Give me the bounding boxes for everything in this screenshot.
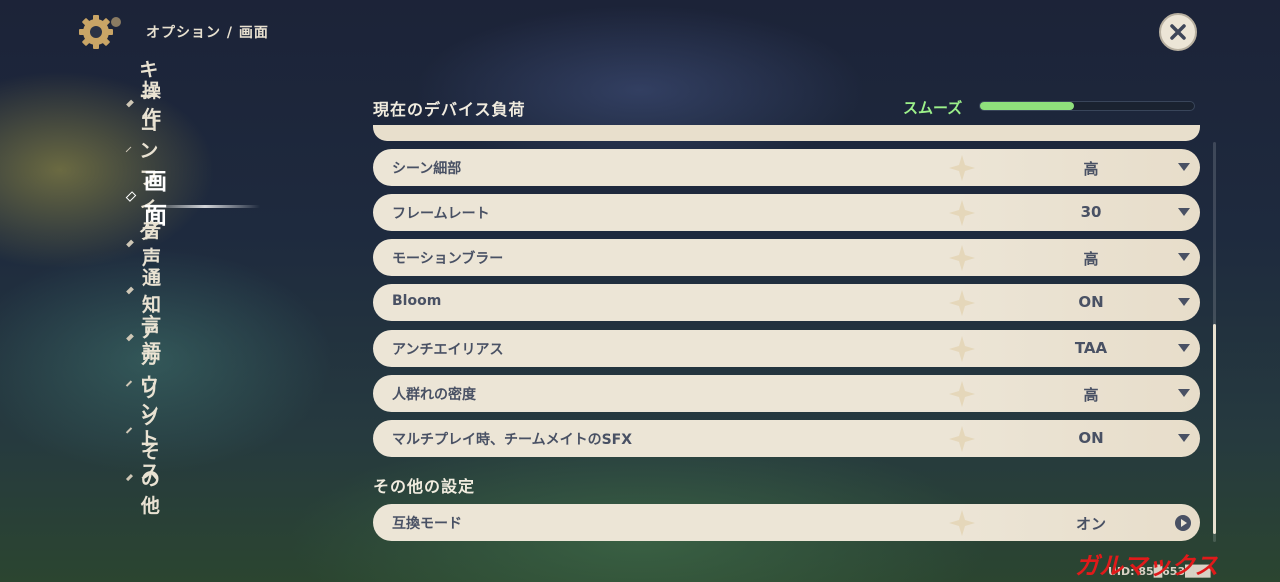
dropdown-arrow-icon[interactable] xyxy=(1178,344,1190,352)
setting-label: 互換モード xyxy=(392,516,462,532)
setting-label: Bloom xyxy=(392,293,442,309)
sidebar-item-key-config[interactable]: キーコンフィグ xyxy=(125,59,165,243)
setting-value: オン xyxy=(1075,515,1106,533)
scrollbar-thumb[interactable] xyxy=(1213,324,1216,534)
close-icon xyxy=(1170,24,1186,40)
sidebar-item-label: その他 xyxy=(140,440,161,517)
dropdown-arrow-icon[interactable] xyxy=(1178,253,1190,261)
setting-label: フレームレート xyxy=(392,206,490,222)
device-load-status: スムーズ xyxy=(903,99,963,117)
setting-row-bloom[interactable]: Bloom ON xyxy=(373,284,1200,321)
setting-label: アンチエイリアス xyxy=(392,342,504,358)
setting-label: モーションブラー xyxy=(392,251,504,267)
diamond-bullet-icon xyxy=(126,286,134,294)
setting-label: シーン細部 xyxy=(392,161,462,177)
star-deco-icon xyxy=(949,510,975,536)
star-deco-icon xyxy=(949,290,975,316)
setting-row-compat-mode[interactable]: 互換モード オン xyxy=(373,504,1200,541)
diamond-bullet-icon xyxy=(125,190,137,202)
setting-value: TAA xyxy=(1074,339,1108,357)
setting-value: ON xyxy=(1078,429,1104,447)
other-settings-title: その他の設定 xyxy=(373,477,476,496)
sidebar-item-label: 通知 xyxy=(142,267,163,316)
dropdown-arrow-icon[interactable] xyxy=(1178,208,1190,216)
chevron-right-icon[interactable] xyxy=(1175,515,1191,531)
sidebar-item-notifications[interactable]: 通知 xyxy=(126,267,165,316)
setting-value: 高 xyxy=(1083,250,1099,268)
star-deco-icon xyxy=(949,155,975,181)
setting-value: 30 xyxy=(1080,203,1102,221)
scrollbar[interactable] xyxy=(1213,142,1216,542)
setting-label: マルチプレイ時、チームメイトのSFX xyxy=(392,432,633,448)
star-deco-icon xyxy=(949,426,975,452)
list-row-partial xyxy=(373,125,1200,141)
setting-label: 人群れの密度 xyxy=(392,387,476,403)
active-indicator xyxy=(150,205,260,208)
star-deco-icon xyxy=(949,336,975,362)
setting-row-motion-blur[interactable]: モーションブラー 高 xyxy=(373,239,1200,276)
setting-value: 高 xyxy=(1083,160,1099,178)
gear-icon xyxy=(79,15,121,49)
sidebar-item-label: 音声 xyxy=(142,220,163,269)
dropdown-arrow-icon[interactable] xyxy=(1178,163,1190,171)
diamond-bullet-icon xyxy=(126,239,134,247)
setting-row-scene-detail[interactable]: シーン細部 高 xyxy=(373,149,1200,186)
diamond-bullet-icon xyxy=(126,333,134,341)
breadcrumb: オプション / 画面 xyxy=(146,25,269,41)
setting-row-coop-sfx[interactable]: マルチプレイ時、チームメイトのSFX ON xyxy=(373,420,1200,457)
sidebar-item-audio[interactable]: 音声 xyxy=(126,220,165,269)
star-deco-icon xyxy=(949,200,975,226)
diamond-bullet-icon xyxy=(126,99,134,107)
device-load-title: 現在のデバイス負荷 xyxy=(373,100,526,119)
dropdown-arrow-icon[interactable] xyxy=(1178,389,1190,397)
device-load-fill xyxy=(980,102,1075,110)
dropdown-arrow-icon[interactable] xyxy=(1178,298,1190,306)
setting-value: ON xyxy=(1078,293,1104,311)
watermark-logo: ガルマックス xyxy=(1075,552,1218,580)
close-button[interactable] xyxy=(1159,13,1197,51)
diamond-bullet-icon xyxy=(125,146,132,152)
setting-row-crowd-density[interactable]: 人群れの密度 高 xyxy=(373,375,1200,412)
setting-value: 高 xyxy=(1083,386,1099,404)
dropdown-arrow-icon[interactable] xyxy=(1178,434,1190,442)
setting-row-anti-aliasing[interactable]: アンチエイリアス TAA xyxy=(373,330,1200,367)
svg-text:ガルマックス: ガルマックス xyxy=(1075,552,1218,580)
diamond-bullet-icon xyxy=(125,473,133,481)
star-deco-icon xyxy=(949,381,975,407)
sidebar-item-other[interactable]: その他 xyxy=(125,441,165,517)
diamond-bullet-icon xyxy=(125,426,133,434)
diamond-bullet-icon xyxy=(125,379,132,387)
device-load-bar xyxy=(979,101,1195,111)
star-deco-icon xyxy=(949,245,975,271)
setting-row-frame-rate[interactable]: フレームレート 30 xyxy=(373,194,1200,231)
